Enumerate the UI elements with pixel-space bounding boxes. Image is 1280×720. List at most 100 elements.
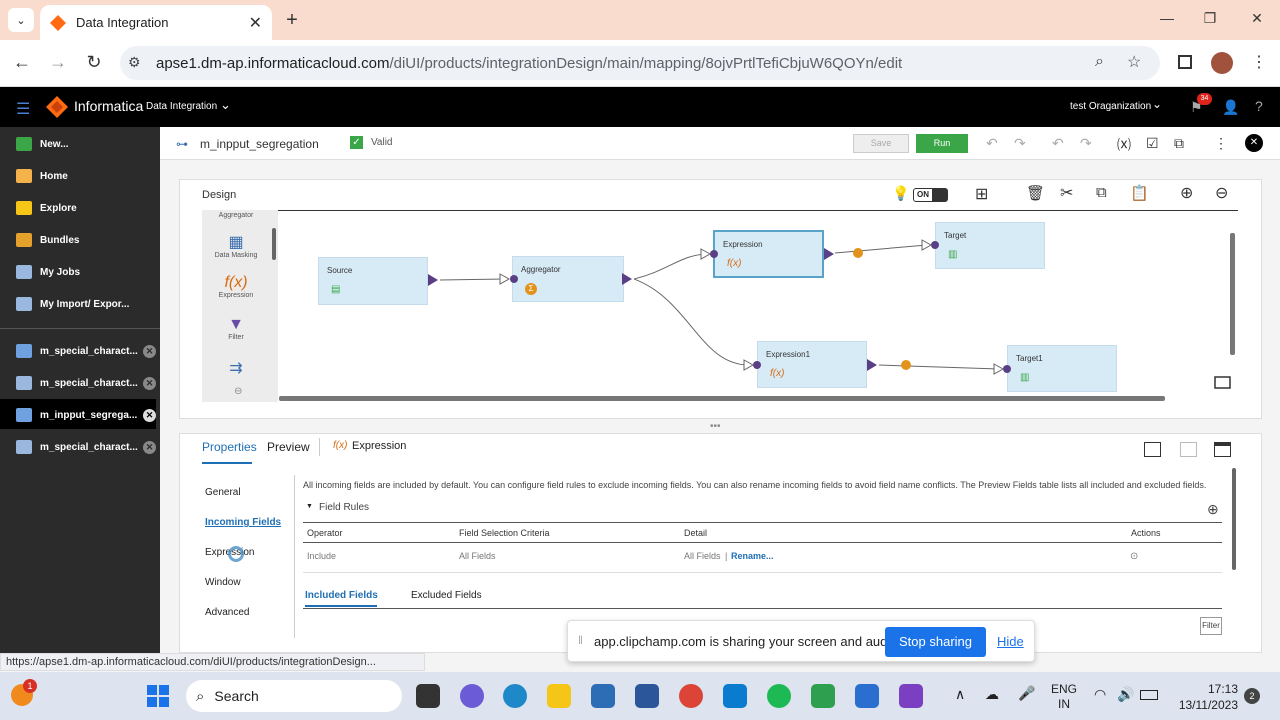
delete-icon[interactable]: 🗑 — [1026, 184, 1045, 202]
open-tab-item[interactable]: m_special_charact... ✕ — [16, 440, 156, 454]
clock[interactable]: 17:13 13/11/2023 — [1172, 681, 1238, 713]
node-target1[interactable]: Target1 ▥ — [1007, 345, 1117, 392]
store-icon[interactable] — [591, 684, 615, 708]
more-options-icon[interactable]: ⋮ — [1214, 135, 1228, 152]
zoom-out-icon[interactable]: ⊖ — [1215, 183, 1228, 203]
nav-general[interactable]: General — [205, 487, 241, 498]
chrome-icon[interactable] — [679, 684, 703, 708]
clipchamp-icon[interactable] — [899, 684, 923, 708]
sidebar-item-bundles[interactable]: Bundles — [16, 233, 156, 247]
parameters-icon[interactable]: ⒳ — [1117, 135, 1131, 155]
microphone-icon[interactable]: 🎤 — [1018, 685, 1035, 702]
redo-all-icon[interactable]: ↷ — [1080, 135, 1092, 152]
paste-icon[interactable]: 📋 — [1130, 184, 1149, 202]
validate-icon[interactable]: ☑ — [1146, 135, 1159, 152]
file-explorer-icon[interactable] — [547, 684, 571, 708]
nav-window[interactable]: Window — [205, 577, 241, 588]
sidebar-item-new[interactable]: New... — [16, 137, 156, 151]
palette-scrollbar[interactable] — [272, 228, 276, 260]
undo-all-icon[interactable]: ↶ — [1052, 135, 1064, 152]
task-view-icon[interactable] — [416, 684, 440, 708]
user-icon[interactable]: 👤 — [1222, 99, 1239, 116]
row-actions-icon[interactable]: ⊙ — [1130, 551, 1138, 562]
teams-chat-icon[interactable] — [460, 684, 484, 708]
spotify-icon[interactable] — [767, 684, 791, 708]
windows-start-icon[interactable] — [147, 685, 169, 707]
back-icon[interactable]: ← — [10, 52, 34, 73]
product-name[interactable]: Data Integration — [146, 101, 217, 112]
node-expression[interactable]: Expression f(x) — [713, 230, 824, 278]
language-indicator[interactable]: ENG IN — [1050, 682, 1078, 712]
close-icon[interactable]: ✕ — [143, 344, 156, 358]
edge-icon[interactable] — [503, 684, 527, 708]
node-target[interactable]: Target ▥ — [935, 222, 1045, 269]
grid-icon[interactable]: ⊞ — [975, 184, 988, 204]
palette-item-aggregator[interactable]: Aggregator — [202, 212, 270, 219]
cloud-icon[interactable]: ☁ — [985, 686, 999, 703]
open-tab-item-active[interactable]: m_inpput_segrega... ✕ — [16, 408, 156, 422]
zoom-icon[interactable]: ⌕ — [1095, 53, 1104, 71]
cut-icon[interactable]: ✂ — [1060, 183, 1073, 203]
subtab-excluded-fields[interactable]: Excluded Fields — [411, 590, 482, 601]
restore-icon[interactable]: ❐ — [1200, 10, 1220, 27]
close-icon[interactable]: ✕ — [143, 376, 156, 390]
notepad-icon[interactable] — [855, 684, 879, 708]
tab-properties[interactable]: Properties — [202, 440, 257, 454]
wifi-icon[interactable]: ◠ — [1094, 686, 1106, 703]
nav-advanced[interactable]: Advanced — [205, 607, 249, 618]
zoom-in-icon[interactable]: ⊕ — [1180, 183, 1193, 203]
stop-sharing-button[interactable]: Stop sharing — [885, 627, 986, 657]
rename-link[interactable]: Rename... — [731, 551, 774, 561]
tab-search-button[interactable]: ⌄ — [8, 8, 34, 32]
taskbar-search[interactable]: ⌕ Search — [186, 680, 402, 712]
sidebar-item-explore[interactable]: Explore — [16, 201, 156, 215]
properties-scrollbar[interactable] — [1232, 468, 1236, 570]
copy-icon[interactable]: ⧉ — [1096, 184, 1107, 201]
reload-icon[interactable]: ↻ — [82, 52, 106, 73]
browser-menu-icon[interactable]: ⋮ — [1251, 52, 1267, 72]
profile-avatar[interactable] — [1211, 52, 1233, 74]
sidebar-item-my-jobs[interactable]: My Jobs — [16, 265, 156, 279]
close-window-icon[interactable]: ✕ — [1247, 10, 1267, 27]
save-button[interactable]: Save — [853, 134, 909, 153]
open-tab-item[interactable]: m_special_charact... ✕ — [16, 344, 156, 358]
palette-collapse-icon[interactable]: ⊖ — [234, 386, 242, 397]
url-input[interactable]: apse1.dm-ap.informaticacloud.com/diUI/pr… — [120, 46, 1160, 80]
zoom-app-icon[interactable] — [723, 684, 747, 708]
node-expression1[interactable]: Expression1 f(x) — [757, 341, 867, 388]
close-icon[interactable]: ✕ — [143, 408, 156, 422]
battery-icon[interactable] — [1140, 690, 1158, 700]
tab-preview[interactable]: Preview — [267, 440, 310, 454]
browser-tab[interactable]: Data Integration ✕ — [40, 5, 272, 40]
media-player-icon[interactable] — [811, 684, 835, 708]
nav-incoming-fields[interactable]: Incoming Fields — [205, 517, 281, 528]
close-mapping-icon[interactable]: ✕ — [1245, 134, 1263, 152]
word-icon[interactable] — [635, 684, 659, 708]
drag-handle-icon[interactable]: ‖ — [578, 633, 583, 647]
palette-item-filter[interactable]: ▼ Filter — [202, 316, 270, 341]
undo-icon[interactable]: ↶ — [986, 135, 998, 152]
org-selector[interactable]: test Oraganization — [1070, 101, 1151, 112]
add-rule-icon[interactable]: ⊕ — [1207, 501, 1219, 518]
collapse-caret-icon[interactable]: ▼ — [306, 503, 313, 510]
product-chevron-icon[interactable]: ⌄ — [220, 97, 231, 113]
help-icon[interactable]: ? — [1255, 98, 1263, 114]
palette-item-data-masking[interactable]: ▦ Data Masking — [202, 232, 270, 259]
sidebar-item-home[interactable]: Home — [16, 169, 156, 183]
node-aggregator[interactable]: Aggregator Σ — [512, 256, 624, 302]
close-icon[interactable]: ✕ — [143, 440, 156, 454]
hide-share-link[interactable]: Hide — [997, 634, 1024, 649]
mapping-name[interactable]: m_inpput_segregation — [200, 137, 319, 151]
palette-item-expression[interactable]: f(x) Expression — [202, 274, 270, 299]
tray-overflow-icon[interactable]: ∧ — [955, 686, 965, 703]
notification-center-badge[interactable]: 2 — [1244, 688, 1260, 704]
forward-icon[interactable]: → — [46, 52, 70, 73]
filter-button[interactable]: Filter — [1200, 617, 1222, 635]
new-tab-button[interactable]: + — [280, 8, 304, 32]
org-chevron-icon[interactable]: ⌄ — [1152, 97, 1162, 111]
panel-maximize-icon[interactable] — [1214, 442, 1231, 457]
auto-arrange-toggle[interactable]: ON — [913, 188, 948, 202]
redo-icon[interactable]: ↷ — [1014, 135, 1026, 152]
node-source[interactable]: Source ▤ — [318, 257, 428, 305]
volume-icon[interactable]: 🔊 — [1117, 686, 1134, 703]
